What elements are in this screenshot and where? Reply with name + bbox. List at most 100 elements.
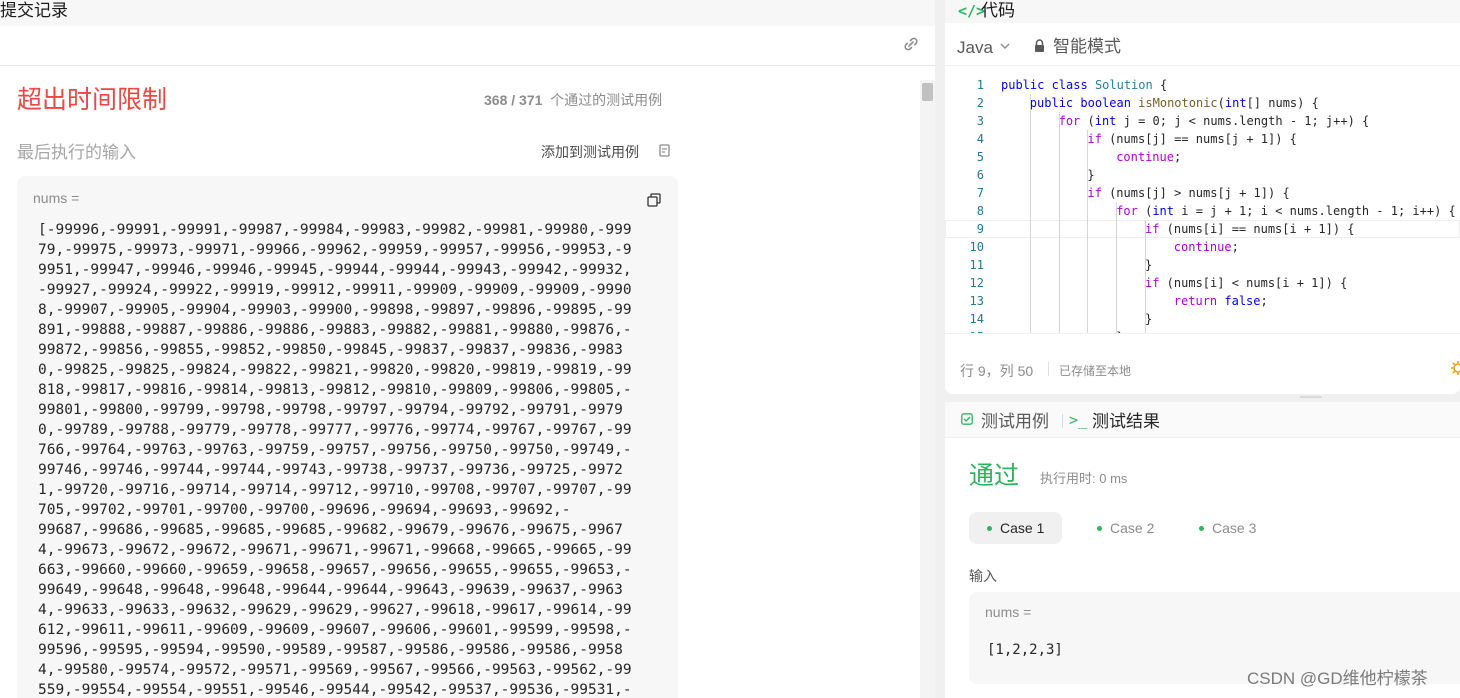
- code-line[interactable]: 5 continue;: [945, 148, 1460, 166]
- line-number: 11: [969, 258, 984, 272]
- code-line[interactable]: 8 for (int i = j + 1; i < nums.length - 1…: [945, 202, 1460, 220]
- code-text: if (nums[j] == nums[j + 1]) {: [1087, 132, 1297, 146]
- code-editor[interactable]: 1 public class Solution { 2 public boolean …: [945, 72, 1460, 334]
- code-line[interactable]: 3 for (int j = 0; j < nums.length - 1; j+…: [945, 112, 1460, 130]
- code-tab-bar: </> 代码: [945, 0, 1460, 23]
- indent-guide: [1029, 94, 1031, 334]
- code-text: }: [1145, 312, 1153, 326]
- link-icon[interactable]: [902, 37, 920, 51]
- line-number: 13: [969, 294, 984, 308]
- last-input-label: 最后执行的输入: [17, 143, 136, 162]
- submission-panel: 提交记录 超出时间限制 368 / 371 个通过的测试用例 最后执行的输入 添…: [0, 0, 935, 698]
- code-line[interactable]: 12 if (nums[i] < nums[i + 1]) {: [945, 274, 1460, 292]
- tab-test-result[interactable]: 测试结果: [1092, 411, 1160, 433]
- divider: [1048, 362, 1049, 376]
- smart-mode-toggle[interactable]: 智能模式: [1053, 36, 1121, 58]
- line-number: 9: [976, 222, 984, 236]
- line-number: 1: [976, 78, 984, 92]
- code-line[interactable]: 6}: [945, 166, 1460, 184]
- language-select[interactable]: Java: [957, 37, 993, 59]
- input-label: 输入: [969, 568, 997, 584]
- result-tab-bar: 测试用例 >_ 测试结果: [945, 402, 1460, 438]
- panel-resize-handle[interactable]: [1300, 396, 1322, 398]
- code-line[interactable]: 11}: [945, 256, 1460, 274]
- cursor-position: 行 9，列 50: [960, 363, 1034, 379]
- code-line[interactable]: 10 continue;: [945, 238, 1460, 256]
- scrollbar-thumb[interactable]: [922, 83, 933, 101]
- add-to-testcase-button[interactable]: 添加到测试用例: [541, 143, 639, 161]
- indent-guide: [1058, 112, 1060, 334]
- code-line[interactable]: 4 if (nums[j] == nums[j + 1]) {: [945, 130, 1460, 148]
- line-number: 5: [976, 150, 984, 164]
- saved-status: 已存储至本地: [1059, 364, 1132, 378]
- scrollbar[interactable]: [920, 80, 935, 698]
- nums-value: [1,2,2,3]: [987, 642, 1063, 658]
- tab-submissions[interactable]: 提交记录: [0, 0, 68, 22]
- code-text: if (nums[i] == nums[i + 1]) {: [1145, 222, 1355, 236]
- code-panel: </> 代码 Java 智能模式 1 public class Solution …: [945, 0, 1460, 394]
- code-text: continue;: [1116, 150, 1182, 164]
- pass-dot-icon: [1199, 526, 1204, 531]
- passed-suffix: 个通过的测试用例: [550, 92, 663, 108]
- code-text: }: [1087, 168, 1095, 182]
- code-text: public class Solution {: [1001, 78, 1168, 92]
- code-text: continue;: [1173, 240, 1239, 254]
- result-panel: 测试用例 >_ 测试结果 通过 执行用时: 0 ms Case 1 Case 2…: [945, 402, 1460, 698]
- terminal-icon: >_: [1069, 411, 1088, 429]
- last-input-box: nums = [-99996,-99991,-99991,-99987,-999…: [17, 176, 678, 698]
- pass-dot-icon: [987, 526, 992, 531]
- case-label: Case 1: [1000, 520, 1045, 536]
- checkbox-icon: [961, 413, 973, 425]
- code-text: return false;: [1173, 294, 1268, 308]
- tab-code[interactable]: 代码: [981, 0, 1015, 22]
- line-number: 4: [976, 132, 984, 146]
- line-number: 10: [969, 240, 984, 254]
- nums-label: nums =: [33, 190, 80, 206]
- runtime: 执行用时: 0 ms: [1040, 471, 1128, 486]
- divider: [945, 65, 1460, 66]
- pass-dot-icon: [1097, 526, 1102, 531]
- note-add-icon[interactable]: [659, 144, 671, 158]
- line-number: 14: [969, 312, 984, 326]
- passed-ratio: 368 / 371: [484, 92, 543, 108]
- code-text: for (int i = j + 1; i < nums.length - 1;…: [1116, 204, 1456, 218]
- nums-value: [-99996,-99991,-99991,-99987,-99984,-999…: [38, 222, 632, 698]
- code-text: }: [1145, 258, 1153, 272]
- code-line[interactable]: 7 if (nums[j] > nums[j + 1]) {: [945, 184, 1460, 202]
- case-label: Case 3: [1212, 520, 1257, 536]
- code-line[interactable]: 2 public boolean isMonotonic(int[] nums) …: [945, 94, 1460, 112]
- result-status: 通过: [969, 462, 1020, 490]
- divider: [0, 65, 935, 66]
- line-number: 8: [976, 204, 984, 218]
- line-number: 7: [976, 186, 984, 200]
- line-number: 6: [976, 168, 984, 182]
- case-label: Case 2: [1110, 520, 1155, 536]
- case-tab-2[interactable]: Case 2: [1079, 512, 1159, 544]
- indent-guide: [1116, 202, 1118, 334]
- code-text: public boolean isMonotonic(int[] nums) {: [1029, 96, 1319, 110]
- code-text: for (int j = 0; j < nums.length - 1; j++…: [1058, 114, 1370, 128]
- code-line[interactable]: 1 public class Solution {: [945, 76, 1460, 94]
- status-title: 超出时间限制: [17, 86, 168, 114]
- divider: [1062, 414, 1063, 428]
- code-line[interactable]: 13 return false;: [945, 292, 1460, 310]
- left-tab-bar: 提交记录: [0, 0, 935, 26]
- code-line[interactable]: 9 if (nums[i] == nums[i + 1]) {: [945, 220, 1460, 238]
- line-number: 12: [969, 276, 984, 290]
- copy-icon[interactable]: [647, 193, 661, 207]
- passed-count: 368 / 371 个通过的测试用例: [484, 91, 662, 109]
- divider: [945, 333, 1460, 334]
- code-text: if (nums[i] < nums[i + 1]) {: [1145, 276, 1348, 290]
- line-number: 3: [976, 114, 984, 128]
- tab-testcase[interactable]: 测试用例: [981, 411, 1049, 433]
- code-text: if (nums[j] > nums[j + 1]) {: [1087, 186, 1290, 200]
- sun-icon[interactable]: [1450, 360, 1460, 376]
- indent-guide: [1145, 220, 1146, 334]
- code-line[interactable]: 14}: [945, 310, 1460, 328]
- line-number: 2: [976, 96, 984, 110]
- watermark: CSDN @GD维他柠檬茶: [1247, 669, 1428, 688]
- chevron-down-icon[interactable]: [1000, 42, 1010, 50]
- case-tab-3[interactable]: Case 3: [1181, 512, 1261, 544]
- case-tab-1[interactable]: Case 1: [969, 512, 1062, 544]
- nums-label: nums =: [985, 604, 1032, 620]
